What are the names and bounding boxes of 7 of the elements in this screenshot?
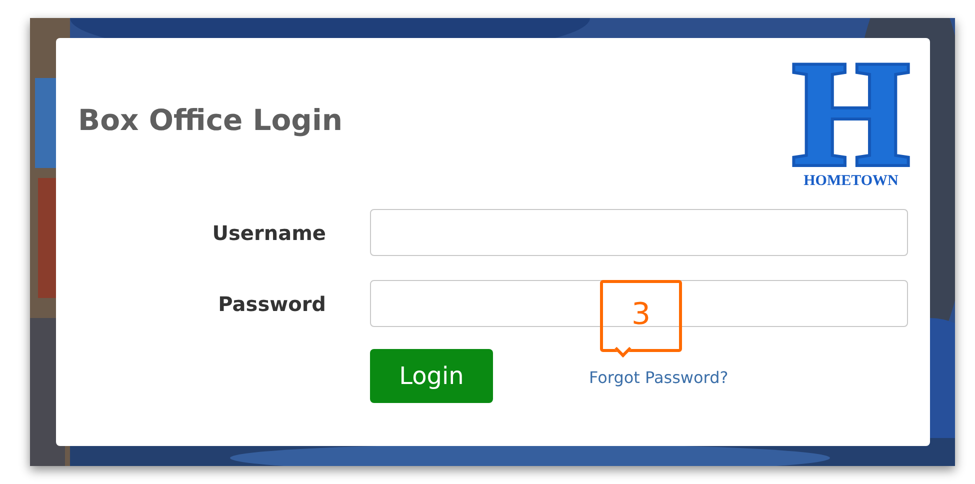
login-button[interactable]: Login [370, 349, 493, 403]
input-field[interactable] [370, 280, 908, 327]
field-label: Username [211, 220, 326, 246]
page-title: Box Office Login [78, 106, 343, 135]
forgot-password-link[interactable]: Forgot Password? [589, 366, 728, 390]
input-field[interactable] [370, 209, 908, 256]
field-label: Password [217, 290, 326, 318]
